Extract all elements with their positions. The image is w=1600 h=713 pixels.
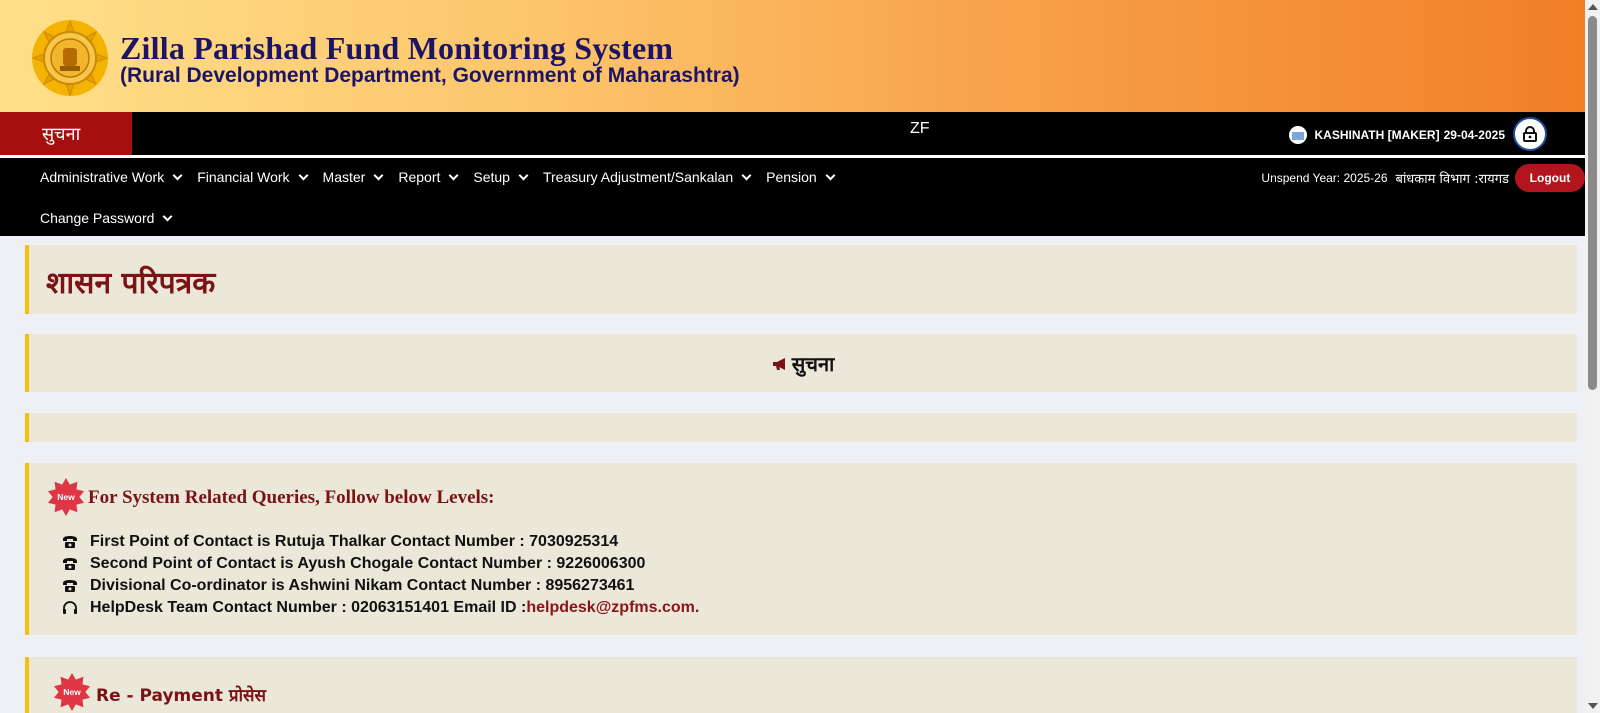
nav-row: Change Password xyxy=(40,208,187,228)
repayment-title: Re - Payment प्रोसेस xyxy=(96,686,266,706)
heading-panel: शासन परिपत्रक xyxy=(25,245,1577,314)
department-label: बांधकाम विभाग :रायगड xyxy=(1395,172,1509,187)
scroll-up-icon[interactable] xyxy=(1588,4,1598,10)
app-title: Zilla Parishad Fund Monitoring System xyxy=(120,30,674,66)
scroll-down-icon[interactable] xyxy=(1588,703,1598,709)
queries-title: For System Related Queries, Follow below… xyxy=(88,487,495,508)
chevron-down-icon xyxy=(825,170,836,180)
nav-status: Unspend Year: 2025-26 बांधकाम विभाग :राय… xyxy=(1261,164,1585,192)
phone-icon xyxy=(62,579,90,593)
login-date: 29-04-2025 xyxy=(1443,128,1505,142)
scroll-thumb[interactable] xyxy=(1588,16,1597,390)
chevron-down-icon xyxy=(518,170,529,180)
notice-bar: सुचना ZF KASHINATH [MAKER] 29-04-2025 xyxy=(0,112,1585,155)
nav-row: Administrative Work Financial Work Maste… xyxy=(40,167,850,187)
lock-icon xyxy=(1523,126,1537,142)
nav-change-password[interactable]: Change Password xyxy=(40,208,173,228)
user-name: KASHINATH [MAKER] xyxy=(1314,128,1440,142)
chevron-down-icon xyxy=(448,170,459,180)
user-info: KASHINATH [MAKER] 29-04-2025 xyxy=(1288,126,1505,144)
megaphone-icon xyxy=(772,356,790,375)
nav-administrative-work[interactable]: Administrative Work xyxy=(40,167,183,187)
svg-text:New: New xyxy=(57,492,75,502)
suchana-title: सुचना xyxy=(29,350,1577,377)
page-scrollbar[interactable] xyxy=(1585,0,1600,713)
avatar xyxy=(1288,126,1307,144)
page-title: शासन परिपत्रक xyxy=(46,266,216,301)
suchana-panel: सुचना xyxy=(25,334,1577,392)
new-badge-icon: New xyxy=(47,478,85,516)
phone-icon xyxy=(62,535,90,549)
new-badge-icon: New xyxy=(53,673,91,711)
chevron-down-icon xyxy=(162,211,173,221)
nav-setup[interactable]: Setup xyxy=(473,167,529,187)
chevron-down-icon xyxy=(373,170,384,180)
helpdesk-email-link[interactable]: helpdesk@zpfms.com xyxy=(526,599,695,617)
list-item: First Point of Contact is Rutuja Thalkar… xyxy=(62,531,699,553)
app-subtitle: (Rural Development Department, Governmen… xyxy=(120,64,740,87)
headset-icon xyxy=(62,600,90,616)
empty-panel xyxy=(25,413,1577,442)
chevron-down-icon xyxy=(172,170,183,180)
chevron-down-icon xyxy=(741,170,752,180)
nav-pension[interactable]: Pension xyxy=(766,167,836,187)
contact-list: First Point of Contact is Rutuja Thalkar… xyxy=(62,531,699,619)
nav-financial-work[interactable]: Financial Work xyxy=(197,167,308,187)
list-item: Divisional Co-ordinator is Ashwini Nikam… xyxy=(62,575,699,597)
svg-text:New: New xyxy=(63,687,81,697)
nav-master[interactable]: Master xyxy=(323,167,384,187)
main-nav: Administrative Work Financial Work Maste… xyxy=(0,158,1585,236)
maharashtra-emblem-icon xyxy=(31,19,109,97)
nav-report[interactable]: Report xyxy=(398,167,459,187)
list-item: Second Point of Contact is Ayush Chogale… xyxy=(62,553,699,575)
phone-icon xyxy=(62,557,90,571)
list-item: HelpDesk Team Contact Number : 020631514… xyxy=(62,597,699,619)
nav-treasury-adjustment[interactable]: Treasury Adjustment/Sankalan xyxy=(543,167,752,187)
notice-marquee: ZF xyxy=(910,120,930,137)
chevron-down-icon xyxy=(298,170,308,180)
main-content: शासन परिपत्रक सुचना New For System Relat… xyxy=(10,236,1577,713)
repayment-panel: New Re - Payment प्रोसेस xyxy=(25,657,1577,713)
queries-panel: New For System Related Queries, Follow b… xyxy=(25,463,1577,635)
site-header: Zilla Parishad Fund Monitoring System (R… xyxy=(0,0,1585,112)
logout-button[interactable]: Logout xyxy=(1515,164,1585,192)
suchana-label: सुचना xyxy=(791,352,835,376)
unspend-year: Unspend Year: 2025-26 xyxy=(1261,171,1388,185)
lock-button[interactable] xyxy=(1513,117,1547,151)
notice-label: सुचना xyxy=(0,112,132,155)
